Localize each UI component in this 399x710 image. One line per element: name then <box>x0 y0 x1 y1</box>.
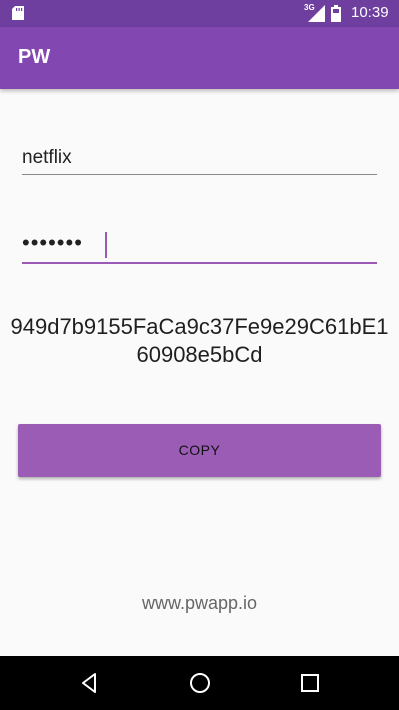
screen: 3G 10:39 PW netflix ••••••• 949d7b9155Fa… <box>0 0 399 710</box>
home-button[interactable] <box>170 656 230 710</box>
text-cursor <box>105 232 107 258</box>
recents-button[interactable] <box>280 656 340 710</box>
password-input-value: ••••••• <box>22 230 83 255</box>
navigation-bar <box>0 656 399 710</box>
recents-icon <box>301 674 319 692</box>
app-title: PW <box>18 46 51 68</box>
home-icon <box>190 673 210 693</box>
site-input-value: netflix <box>22 147 72 168</box>
sd-card-icon <box>12 6 24 20</box>
master-password-input[interactable]: ••••••• <box>22 226 377 264</box>
app-bar: PW <box>0 27 399 89</box>
clock: 10:39 <box>351 4 389 21</box>
generated-password: 949d7b9155FaCa9c37Fe9e29C61bE160908e5bCd <box>10 314 389 367</box>
back-icon <box>82 673 96 693</box>
copy-button[interactable]: COPY <box>18 424 381 477</box>
website-link[interactable]: www.pwapp.io <box>0 593 399 614</box>
back-button[interactable] <box>60 656 120 710</box>
status-bar: 3G 10:39 <box>0 0 399 27</box>
site-input[interactable]: netflix <box>22 140 377 175</box>
battery-icon <box>331 5 341 22</box>
signal-icon <box>308 5 325 22</box>
